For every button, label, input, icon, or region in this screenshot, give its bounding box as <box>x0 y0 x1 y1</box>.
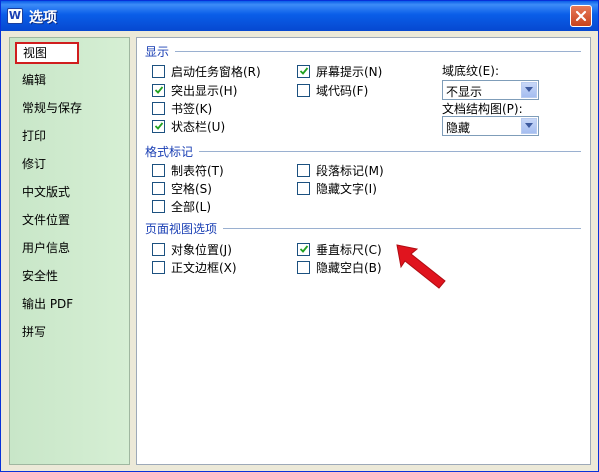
checkmark-icon <box>299 245 308 253</box>
all-marks-checkbox[interactable]: 全部(L) <box>152 198 211 214</box>
checkbox-box <box>297 83 310 97</box>
page-view-group-divider <box>223 228 581 229</box>
checkbox-box <box>297 260 310 274</box>
format-marks-group-title: 格式标记 <box>145 143 198 160</box>
sidebar-item-user-info[interactable]: 用户信息 <box>16 237 70 259</box>
checkmark-icon <box>154 86 163 94</box>
view-options-panel: 显示 启动任务窗格(R) 突出显示(H) 书签(K) 状态栏(U) 屏幕提示(N <box>136 37 591 465</box>
field-shading-select[interactable]: 不显示 <box>442 80 539 100</box>
doc-map-select[interactable]: 隐藏 <box>442 116 539 136</box>
sidebar-item-track-changes[interactable]: 修订 <box>16 153 46 175</box>
field-codes-checkbox[interactable]: 域代码(F) <box>297 82 368 98</box>
text-boundaries-checkbox[interactable]: 正文边框(X) <box>152 259 237 275</box>
checkbox-box <box>297 242 310 256</box>
red-annotation-arrow-icon <box>396 244 446 289</box>
highlight-checkbox[interactable]: 突出显示(H) <box>152 82 237 98</box>
sidebar-item-print[interactable]: 打印 <box>16 125 46 147</box>
sidebar-item-file-locations[interactable]: 文件位置 <box>16 209 70 231</box>
hidden-text-checkbox[interactable]: 隐藏文字(I) <box>297 180 377 196</box>
field-shading-label: 域底纹(E): <box>442 64 499 78</box>
paragraph-marks-checkbox[interactable]: 段落标记(M) <box>297 162 384 178</box>
options-dialog: W 选项 视图 编辑 常规与保存 打印 修订 中文版式 文件位置 用户信息 安全… <box>0 0 599 472</box>
doc-map-label: 文档结构图(P): <box>442 102 523 116</box>
sidebar-item-view[interactable]: 视图 <box>15 42 79 64</box>
sidebar-item-spelling[interactable]: 拼写 <box>16 321 46 343</box>
sidebar-item-export-pdf[interactable]: 输出 PDF <box>16 293 73 315</box>
sidebar-item-chinese-layout[interactable]: 中文版式 <box>16 181 70 203</box>
checkbox-box <box>152 83 165 97</box>
checkmark-icon <box>154 122 163 130</box>
checkbox-box <box>152 260 165 274</box>
bookmarks-checkbox[interactable]: 书签(K) <box>152 100 212 116</box>
display-group-title: 显示 <box>145 43 174 60</box>
dialog-title: 选项 <box>29 10 57 26</box>
close-icon <box>575 10 587 22</box>
tab-chars-checkbox[interactable]: 制表符(T) <box>152 162 224 178</box>
checkbox-box <box>152 101 165 115</box>
checkbox-box <box>297 163 310 177</box>
checkbox-box <box>152 163 165 177</box>
wps-app-icon: W <box>7 8 23 24</box>
title-bar[interactable]: W 选项 <box>1 1 598 31</box>
checkbox-box <box>152 199 165 213</box>
status-bar-checkbox[interactable]: 状态栏(U) <box>152 118 225 134</box>
checkbox-box <box>297 64 310 78</box>
dropdown-arrow-icon[interactable] <box>521 82 537 98</box>
category-sidebar: 视图 编辑 常规与保存 打印 修订 中文版式 文件位置 用户信息 安全性 输出 … <box>9 37 130 465</box>
sidebar-item-security[interactable]: 安全性 <box>16 265 58 287</box>
page-view-group-title: 页面视图选项 <box>145 220 222 237</box>
checkbox-box <box>297 181 310 195</box>
checkbox-box <box>152 242 165 256</box>
spaces-checkbox[interactable]: 空格(S) <box>152 180 212 196</box>
checkmark-icon <box>299 67 308 75</box>
sidebar-item-general-save[interactable]: 常规与保存 <box>16 97 82 119</box>
vertical-ruler-checkbox[interactable]: 垂直标尺(C) <box>297 241 382 257</box>
dropdown-arrow-icon[interactable] <box>521 118 537 134</box>
close-button[interactable] <box>570 5 592 27</box>
screen-tips-checkbox[interactable]: 屏幕提示(N) <box>297 63 382 79</box>
startup-task-pane-checkbox[interactable]: 启动任务窗格(R) <box>152 63 261 79</box>
object-anchors-checkbox[interactable]: 对象位置(J) <box>152 241 232 257</box>
format-marks-group-divider <box>199 151 581 152</box>
checkbox-box <box>152 64 165 78</box>
hide-white-space-checkbox[interactable]: 隐藏空白(B) <box>297 259 382 275</box>
display-group-divider <box>175 51 581 52</box>
checkbox-box <box>152 181 165 195</box>
checkbox-box <box>152 119 165 133</box>
sidebar-item-edit[interactable]: 编辑 <box>16 69 46 91</box>
